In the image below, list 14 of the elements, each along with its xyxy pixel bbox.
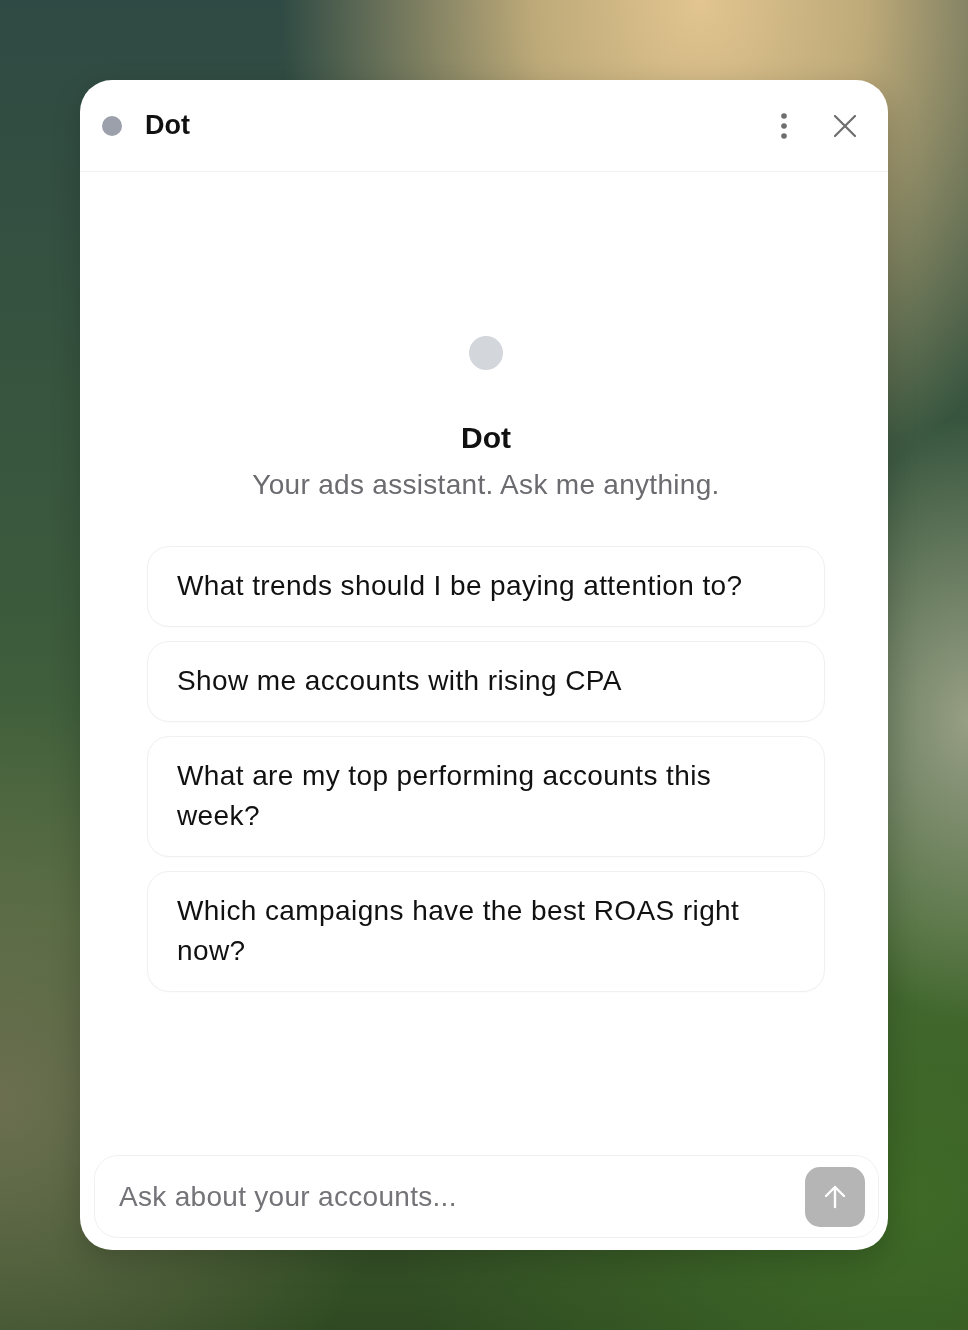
window-title: Dot xyxy=(145,110,191,141)
suggestion-button[interactable]: What trends should I be paying attention to? xyxy=(147,545,825,627)
suggestion-button[interactable]: Which campaigns have the best ROAS right now? xyxy=(147,870,825,992)
close-icon[interactable] xyxy=(834,114,856,137)
more-options-icon[interactable] xyxy=(781,112,787,139)
assistant-name: Dot xyxy=(461,419,511,456)
message-field[interactable]: Ask about your accounts... xyxy=(94,1155,879,1238)
arrow-up-icon xyxy=(823,1184,847,1209)
suggestion-button[interactable]: Show me accounts with rising CPA xyxy=(147,640,825,722)
status-dot-icon xyxy=(102,115,122,136)
suggestion-button[interactable]: What are my top performing accounts this week? xyxy=(147,735,825,857)
message-input[interactable]: Ask about your accounts... xyxy=(119,1176,805,1217)
assistant-tagline: Your ads assistant. Ask me anything. xyxy=(252,467,720,502)
avatar-icon xyxy=(469,335,503,370)
